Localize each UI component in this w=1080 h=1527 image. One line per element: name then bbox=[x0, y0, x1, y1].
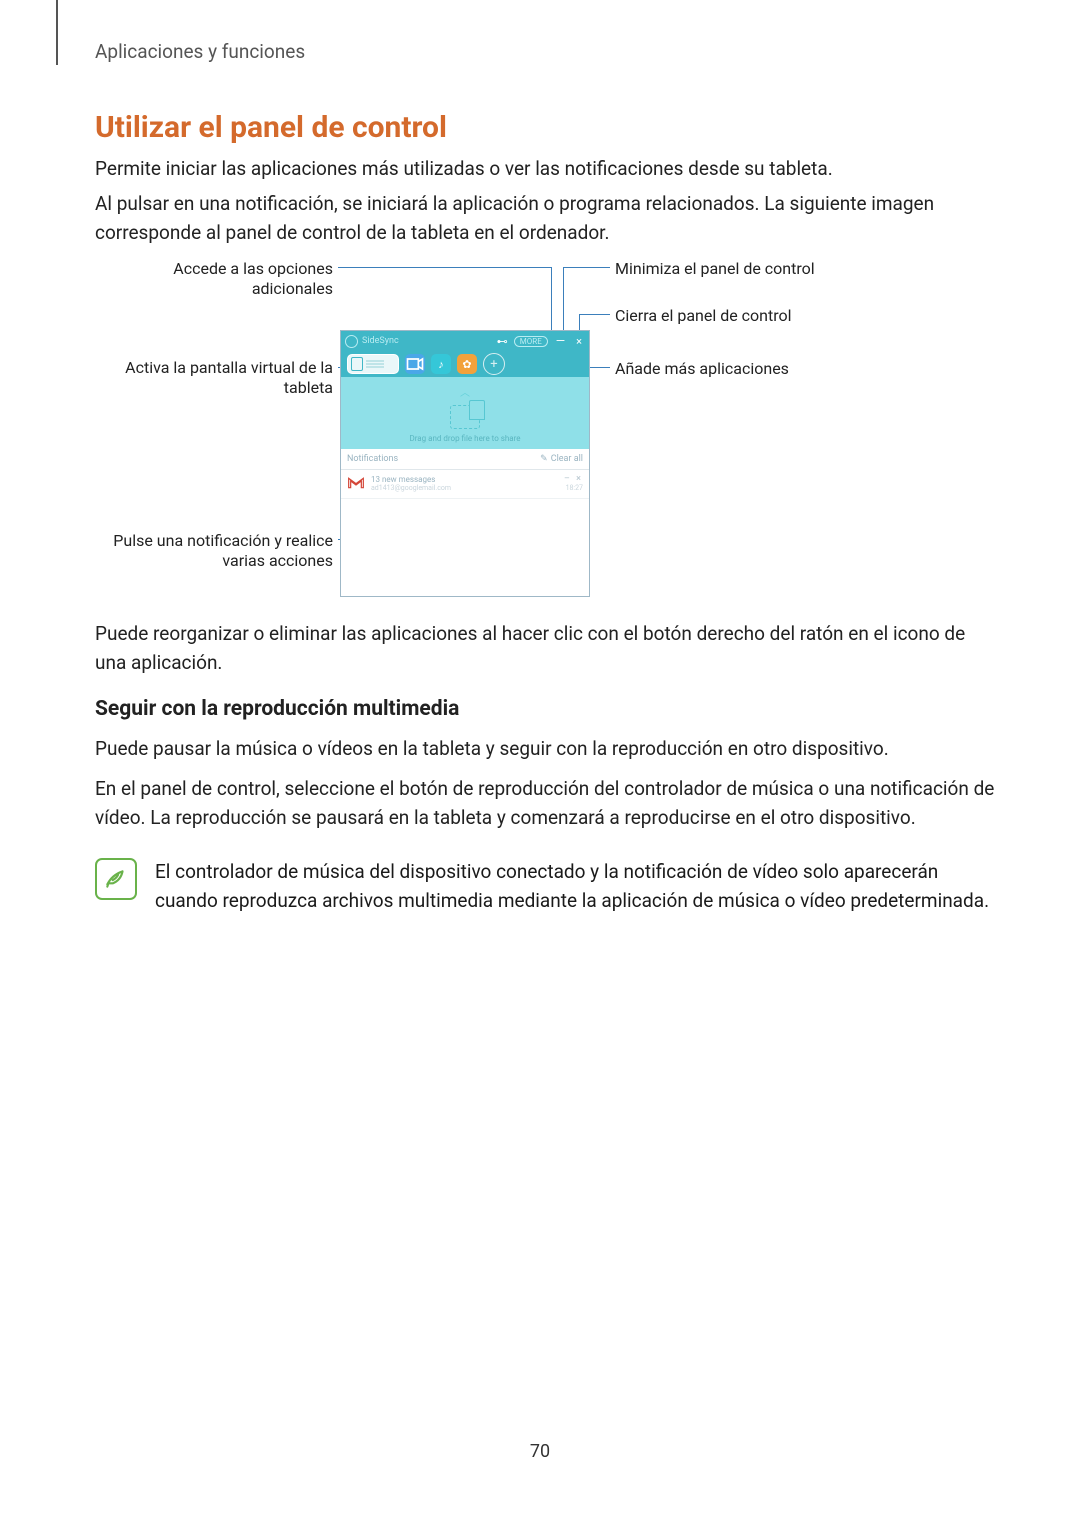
usb-icon: ⊷ bbox=[497, 335, 508, 348]
notif-subtitle: ad1413@googlemail.com bbox=[371, 484, 558, 492]
notification-item[interactable]: 13 new messages ad1413@googlemail.com – … bbox=[341, 470, 589, 499]
callout-addapps: Añade más aplicaciones bbox=[615, 359, 875, 379]
app-title: SideSync bbox=[362, 336, 493, 346]
notifications-label: Notifications bbox=[347, 454, 398, 464]
callout-options: Accede a las opciones adicionales bbox=[95, 259, 333, 299]
app-tile[interactable] bbox=[405, 354, 425, 374]
file-share-icon bbox=[450, 405, 480, 429]
note-block: El controlador de música del dispositivo… bbox=[95, 858, 998, 915]
more-button[interactable]: MORE bbox=[514, 336, 548, 347]
paragraph: En el panel de control, seleccione el bo… bbox=[95, 775, 998, 832]
connector bbox=[338, 267, 551, 268]
tablet-icon bbox=[351, 357, 363, 371]
app-tile[interactable]: ♪ bbox=[431, 354, 451, 374]
notif-title: 13 new messages bbox=[371, 475, 558, 484]
connector bbox=[563, 267, 564, 330]
refresh-icon bbox=[345, 335, 358, 348]
heading-2: Seguir con la reproducción multimedia bbox=[95, 697, 459, 721]
notifications-header: Notifications ✎ Clear all bbox=[341, 449, 589, 470]
note-icon bbox=[95, 858, 137, 900]
page-margin-line bbox=[56, 0, 58, 65]
paragraph: Al pulsar en una notificación, se inicia… bbox=[95, 190, 998, 247]
callout-minimize: Minimiza el panel de control bbox=[615, 259, 875, 279]
app-tile[interactable]: ✿ bbox=[457, 354, 477, 374]
connector bbox=[563, 267, 610, 268]
paragraph: Permite iniciar las aplicaciones más uti… bbox=[95, 155, 998, 184]
callout-notif: Pulse una notificación y realice varias … bbox=[95, 531, 333, 571]
minimize-button[interactable]: — bbox=[552, 334, 569, 348]
note-text: El controlador de música del dispositivo… bbox=[155, 858, 998, 915]
notif-time: 18:27 bbox=[564, 484, 583, 492]
app-titlebar: SideSync ⊷ MORE — × bbox=[341, 331, 589, 351]
notif-controls[interactable]: – × bbox=[564, 474, 583, 484]
callout-mirror: Activa la pantalla virtual de la tableta bbox=[95, 358, 333, 398]
app-launcher-row: ♪ ✿ + bbox=[341, 351, 589, 377]
running-header: Aplicaciones y funciones bbox=[95, 40, 305, 63]
clear-icon: ✎ bbox=[540, 454, 548, 464]
gmail-icon bbox=[347, 474, 365, 492]
add-app-button[interactable]: + bbox=[483, 353, 505, 375]
paragraph: Puede pausar la música o vídeos en la ta… bbox=[95, 735, 998, 764]
share-dropzone[interactable]: ︿ Drag and drop file here to share bbox=[341, 377, 589, 449]
virtual-screen-button[interactable] bbox=[347, 354, 399, 374]
chevron-up-icon: ︿ bbox=[460, 384, 470, 399]
control-panel-diagram: Accede a las opciones adicionales Activa… bbox=[95, 253, 998, 603]
paragraph: Puede reorganizar o eliminar las aplicac… bbox=[95, 620, 998, 677]
sidesync-panel-mock: SideSync ⊷ MORE — × ♪ ✿ + ︿ Drag and dro… bbox=[340, 330, 590, 597]
page-number: 70 bbox=[0, 1441, 1080, 1462]
connector bbox=[579, 314, 610, 315]
share-label: Drag and drop file here to share bbox=[409, 434, 520, 443]
heading-1: Utilizar el panel de control bbox=[95, 110, 447, 145]
close-button[interactable]: × bbox=[573, 335, 585, 348]
clear-all-button[interactable]: Clear all bbox=[551, 454, 583, 464]
connector bbox=[551, 267, 552, 330]
callout-close: Cierra el panel de control bbox=[615, 306, 875, 326]
